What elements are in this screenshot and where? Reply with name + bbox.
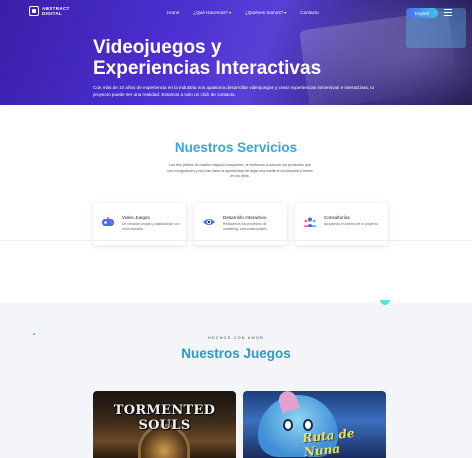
game-artwork-eye [283, 419, 293, 431]
services-cards: Video Juegos De creación propia y colabo… [93, 203, 388, 245]
nav-item-contacto[interactable]: Contacto [300, 10, 318, 15]
nav-item-quienes-somos[interactable]: ¿Quiénes Somos? [245, 10, 286, 15]
service-card-title: Desarrollo Interactivo [223, 215, 267, 220]
logo[interactable]: ABSTRACT DIGITAL [29, 6, 70, 16]
hero-section: ABSTRACT DIGITAL Home ¿Qué Hacemos? ¿Qui… [0, 0, 472, 105]
gamepad-icon [102, 217, 114, 226]
game-card-ruta-de-nuna[interactable]: Ruta de Nuna [243, 391, 386, 458]
logo-icon [29, 6, 39, 16]
service-card-title: Video Juegos [122, 215, 150, 220]
service-card-text: Realizamos tus proyectos de marketing, c… [223, 222, 267, 231]
game-artwork-eye [303, 419, 313, 431]
hero-title: Videojuegos y Experiencias Interactivas [93, 37, 413, 79]
nav-item-que-hacemos[interactable]: ¿Qué Hacemos? [193, 10, 231, 15]
games-kicker: HECHOS CON AMOR [208, 336, 264, 340]
language-button[interactable]: English [406, 8, 438, 18]
service-card-desarrollo[interactable]: Desarrollo Interactivo Realizamos tus pr… [194, 203, 287, 245]
services-title: Nuestros Servicios [174, 140, 298, 155]
eye-icon [203, 219, 215, 225]
games-title: Nuestros Juegos [181, 346, 291, 361]
hero-description: Con más de 10 años de experiencia en la … [93, 85, 375, 97]
service-card-consultorias[interactable]: Consultorías Apoyamos el camino de tu pr… [295, 203, 388, 245]
section-divider [0, 240, 472, 241]
service-card-text: Apoyamos el camino de tu proyecto [324, 222, 378, 226]
service-card-videojuegos[interactable]: Video Juegos De creación propia y colabo… [93, 203, 186, 245]
main-nav: Home ¿Qué Hacemos? ¿Quiénes Somos? Conta… [167, 10, 319, 15]
games-section [0, 303, 472, 458]
hamburger-menu-icon[interactable] [444, 9, 452, 16]
services-description: Los tres pilares de nuestro negocio comp… [167, 163, 313, 179]
service-card-text: De creación propia y colaboración con ot… [122, 222, 180, 231]
game-title: TORMENTED SOULS [113, 403, 216, 433]
game-card-tormented-souls[interactable]: TORMENTED SOULS [93, 391, 236, 458]
nav-item-home[interactable]: Home [167, 10, 179, 15]
logo-line2: DIGITAL [42, 11, 63, 16]
service-card-title: Consultorías [324, 215, 350, 220]
hero-title-line2: Experiencias Interactivas [93, 58, 322, 79]
hero-title-line1: Videojuegos y [93, 37, 222, 58]
people-icon [303, 217, 317, 227]
